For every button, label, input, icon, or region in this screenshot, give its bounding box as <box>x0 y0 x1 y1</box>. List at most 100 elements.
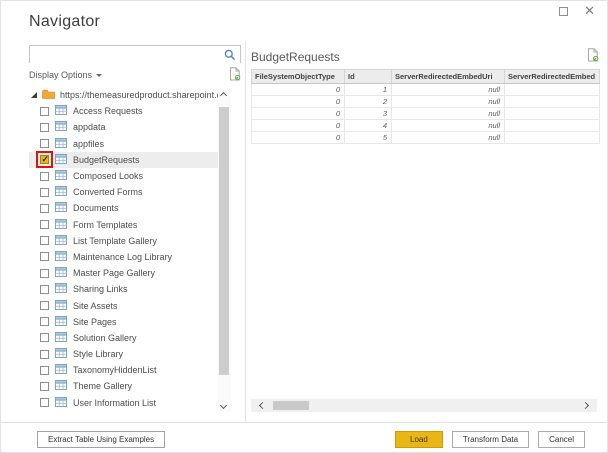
tree-item-label: Solution Gallery <box>73 333 137 343</box>
table-header-row: FileSystemObjectType Id ServerRedirected… <box>252 70 600 84</box>
tree-item-checkbox[interactable] <box>40 285 49 294</box>
table-icon <box>55 267 67 279</box>
tree-item[interactable]: Site Assets <box>29 297 218 313</box>
tree-item-checkbox[interactable] <box>40 139 49 148</box>
tree-item[interactable]: User Information List <box>29 395 218 411</box>
tree-item-checkbox[interactable] <box>40 301 49 310</box>
tree-item[interactable]: appfiles <box>29 136 218 152</box>
tree-item[interactable]: Theme Gallery <box>29 378 218 394</box>
tree-item-label: Style Library <box>73 349 123 359</box>
tree-item-checkbox[interactable] <box>40 333 49 342</box>
table-cell: 0 <box>252 96 345 108</box>
scroll-down-icon[interactable] <box>220 402 227 409</box>
tree-item-checkbox-wrap <box>40 366 49 375</box>
table-cell: 0 <box>252 120 345 132</box>
tree-item[interactable]: Solution Gallery <box>29 330 218 346</box>
tree-item-checkbox[interactable] <box>40 252 49 261</box>
tree-item-checkbox[interactable] <box>40 236 49 245</box>
tree-item-checkbox-wrap <box>40 382 49 391</box>
refresh-preview-icon[interactable] <box>587 48 599 67</box>
transform-data-button[interactable]: Transform Data <box>452 431 529 448</box>
tree-item-label: Site Assets <box>73 301 118 311</box>
table-icon <box>55 235 67 247</box>
tree-root-node[interactable]: https://themeasuredproduct.sharepoint.co… <box>29 87 218 103</box>
close-icon[interactable]: ✕ <box>584 6 595 16</box>
tree-item-checkbox-wrap <box>40 139 49 148</box>
tree-item[interactable]: appdata <box>29 119 218 135</box>
tree-item[interactable]: Form Templates <box>29 217 218 233</box>
tree-item[interactable]: Documents <box>29 200 218 216</box>
expand-collapse-icon[interactable] <box>31 92 37 98</box>
table-row[interactable]: 0 2 null <box>252 96 600 108</box>
tree-item-checkbox-wrap <box>40 317 49 326</box>
scroll-left-icon[interactable] <box>259 402 266 409</box>
display-options-label[interactable]: Display Options <box>29 70 92 80</box>
tree-item-checkbox[interactable] <box>40 398 49 407</box>
scrollbar-thumb[interactable] <box>273 401 309 410</box>
tree-item-checkbox[interactable] <box>40 107 49 116</box>
search-input[interactable] <box>30 48 240 64</box>
load-button[interactable]: Load <box>395 431 443 448</box>
tree-item[interactable]: Converted Forms <box>29 184 218 200</box>
tree-item-checkbox[interactable] <box>40 317 49 326</box>
column-header[interactable]: FileSystemObjectType <box>252 70 345 84</box>
table-icon <box>55 316 67 328</box>
tree-item-checkbox[interactable] <box>40 188 49 197</box>
table-icon <box>55 154 67 166</box>
cancel-button[interactable]: Cancel <box>538 431 585 448</box>
tree-item-checkbox[interactable] <box>40 123 49 132</box>
tree-item-checkbox-wrap <box>40 188 49 197</box>
preview-header: BudgetRequests <box>251 45 599 69</box>
tree-item-checkbox[interactable] <box>40 350 49 359</box>
table-icon <box>55 170 67 182</box>
column-header[interactable]: ServerRedirectedEmbed <box>505 70 600 84</box>
tree-item[interactable]: List Template Gallery <box>29 233 218 249</box>
table-row[interactable]: 0 4 null <box>252 120 600 132</box>
tree-item-checkbox[interactable] <box>40 366 49 375</box>
tree-vertical-scrollbar[interactable] <box>218 89 231 411</box>
table-cell <box>505 84 600 96</box>
tree-item-label: Theme Gallery <box>73 381 132 391</box>
search-icon[interactable] <box>224 48 236 66</box>
refresh-preview-icon[interactable] <box>229 67 241 83</box>
maximize-icon[interactable] <box>559 7 568 16</box>
scroll-right-icon[interactable] <box>582 402 589 409</box>
tree-item-checkbox-wrap <box>40 204 49 213</box>
footer: Extract Table Using Examples Load Transf… <box>1 422 607 452</box>
tree-item-label: appdata <box>73 122 106 132</box>
tree-item[interactable]: BudgetRequests <box>29 152 218 168</box>
table-cell <box>505 96 600 108</box>
table-row[interactable]: 0 1 null <box>252 84 600 96</box>
tree-item[interactable]: Master Page Gallery <box>29 265 218 281</box>
tree-item-checkbox[interactable] <box>40 382 49 391</box>
tree-item-checkbox[interactable] <box>40 172 49 181</box>
scroll-up-icon[interactable] <box>220 92 227 99</box>
column-header[interactable]: ServerRedirectedEmbedUri <box>392 70 505 84</box>
tree-item[interactable]: Sharing Links <box>29 281 218 297</box>
preview-horizontal-scrollbar[interactable] <box>251 399 597 412</box>
tree-item[interactable]: TaxonomyHiddenList <box>29 362 218 378</box>
navigator-dialog: ✕ Navigator Display Options <box>0 0 608 453</box>
table-icon <box>55 300 67 312</box>
chevron-down-icon[interactable] <box>96 74 102 77</box>
tree-item-checkbox-wrap <box>40 301 49 310</box>
tree-item[interactable]: Site Pages <box>29 314 218 330</box>
tree-item-checkbox[interactable] <box>40 269 49 278</box>
table-cell: 0 <box>252 84 345 96</box>
extract-table-button[interactable]: Extract Table Using Examples <box>37 431 165 448</box>
table-row[interactable]: 0 5 null <box>252 132 600 144</box>
tree-item-label: TaxonomyHiddenList <box>73 365 157 375</box>
tree-item[interactable]: Composed Looks <box>29 168 218 184</box>
tree-item-checkbox[interactable] <box>40 220 49 229</box>
tree-item-label: User Information List <box>73 398 156 408</box>
table-row[interactable]: 0 3 null <box>252 108 600 120</box>
tree-item[interactable]: Style Library <box>29 346 218 362</box>
tree-item[interactable]: Access Requests <box>29 103 218 119</box>
tree-item[interactable]: Maintenance Log Library <box>29 249 218 265</box>
table-cell: null <box>392 120 505 132</box>
table-icon <box>55 138 67 150</box>
tree-item-checkbox[interactable] <box>40 204 49 213</box>
table-cell: 0 <box>252 132 345 144</box>
column-header[interactable]: Id <box>345 70 392 84</box>
scrollbar-thumb[interactable] <box>219 107 229 375</box>
